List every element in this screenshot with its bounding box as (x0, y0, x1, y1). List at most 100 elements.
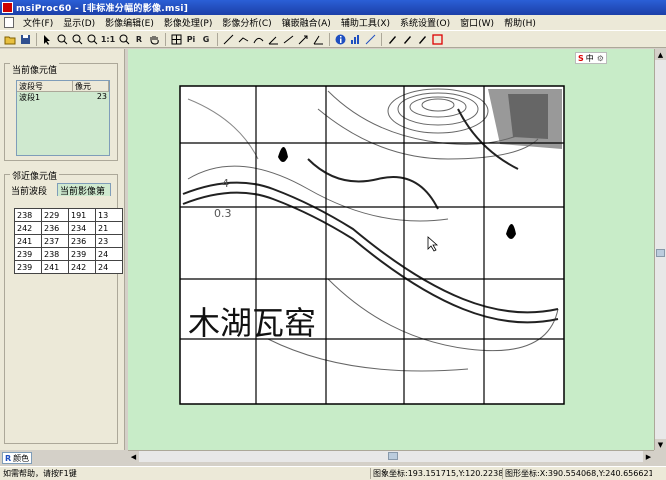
info-icon[interactable] (333, 32, 347, 46)
draw-segment-icon[interactable] (281, 32, 295, 46)
draw-curve-icon[interactable] (251, 32, 265, 46)
vertical-scroll-thumb[interactable] (656, 249, 665, 257)
scroll-up-arrow-icon[interactable]: ▲ (655, 49, 666, 60)
menu-file[interactable]: 文件(F) (18, 16, 58, 29)
zoom-fit-icon[interactable] (117, 32, 131, 46)
image-canvas[interactable]: 4 0.3 木湖瓦窑 (128, 49, 654, 450)
zoom-in-icon[interactable] (55, 32, 69, 46)
pixel-value-cell: 21 (95, 221, 123, 235)
draw-polyline-icon[interactable] (236, 32, 250, 46)
toolbar-separator (165, 32, 166, 46)
pixel-value-cell: 13 (95, 208, 123, 222)
pixel-value-cell: 242 (68, 260, 96, 274)
menu-tools[interactable]: 辅助工具(X) (336, 16, 395, 29)
document-icon[interactable] (4, 17, 14, 28)
pixel-value-cell: 239 (68, 247, 96, 261)
list-item[interactable]: 波段1 23 (17, 92, 109, 103)
menu-help[interactable]: 帮助(H) (499, 16, 541, 29)
draw-angle-icon[interactable] (266, 32, 280, 46)
tab-current-image[interactable]: 当前影像第 (57, 183, 111, 196)
scroll-right-arrow-icon[interactable]: ▶ (643, 451, 654, 462)
neighbor-pixel-title: 邻近像元值 (10, 169, 60, 182)
draw-measure-icon[interactable] (311, 32, 325, 46)
table-row: 239 241 242 24 (14, 260, 123, 274)
pixel-value-cell: 238 (41, 247, 69, 261)
toolbar-separator (36, 32, 37, 46)
pixel-value-cell: 236 (41, 221, 69, 235)
toolbar: 1:1 R Pi G (0, 31, 666, 48)
pixel-value-cell: 242 (14, 221, 42, 235)
menu-image-analysis[interactable]: 影像分析(C) (217, 16, 276, 29)
pen-edit-icon[interactable] (400, 32, 414, 46)
table-row: 239 238 239 24 (14, 247, 123, 261)
horizontal-scroll-thumb[interactable] (388, 452, 398, 460)
table-row: 238 229 191 13 (14, 208, 123, 222)
column-header-band[interactable]: 波段号 (17, 81, 73, 91)
tab-current-band[interactable]: 当前波段 (9, 184, 49, 197)
line-tool-icon[interactable] (363, 32, 377, 46)
draw-line-icon[interactable] (221, 32, 235, 46)
grid-tool-icon[interactable] (169, 32, 183, 46)
band-name: 波段1 (19, 93, 41, 102)
g-button[interactable]: G (199, 32, 213, 46)
menu-mosaic[interactable]: 镶嵌融合(A) (277, 16, 336, 29)
open-folder-icon[interactable] (3, 32, 17, 46)
pan-hand-icon[interactable] (147, 32, 161, 46)
toolbar-separator (217, 32, 218, 46)
zoom-icon[interactable] (85, 32, 99, 46)
pixel-value-cell: 24 (95, 247, 123, 261)
pixel-value-cell: 191 (68, 208, 96, 222)
pen-icon[interactable] (385, 32, 399, 46)
vertical-scrollbar[interactable]: ▲ ▼ (654, 49, 666, 450)
band-value: 23 (96, 92, 107, 101)
pixel-value-cell: 24 (95, 260, 123, 274)
color-tab[interactable]: R 颜色 (2, 452, 33, 464)
place-name-label: 木湖瓦窑 (188, 304, 316, 342)
color-tab-icon: R (5, 453, 12, 463)
lake-depth-label: 4 (222, 177, 229, 190)
ime-mode[interactable]: 中 (586, 53, 594, 64)
pixel-value-cell: 238 (14, 208, 42, 222)
zoom-out-icon[interactable] (70, 32, 84, 46)
ime-toolbar[interactable]: S 中 ⚙ (575, 52, 607, 64)
pi-button[interactable]: Pi (184, 32, 198, 46)
scroll-left-arrow-icon[interactable]: ◀ (128, 451, 139, 462)
draw-arrow-icon[interactable] (296, 32, 310, 46)
pixel-value-cell: 237 (41, 234, 69, 248)
pixel-value-cell: 229 (41, 208, 69, 222)
left-panel: 当前像元值 波段号 像元 波段1 23 邻近像元值 当前波段 当前影像第 238… (0, 49, 125, 450)
status-graphic-coordinate: 图形坐标:X:390.554068,Y:240.656621 (502, 468, 652, 479)
ime-settings-icon[interactable]: ⚙ (597, 54, 604, 63)
pixel-value-cell: 23 (95, 234, 123, 248)
r-tool-button[interactable]: R (132, 32, 146, 46)
lake-depth-value: 0.3 (214, 207, 232, 220)
menu-settings[interactable]: 系统设置(O) (395, 16, 455, 29)
ime-logo-icon: S (578, 53, 584, 63)
title-bar: msiProc60 - [非标准分幅的影像.msi] (0, 0, 666, 15)
histogram-icon[interactable] (348, 32, 362, 46)
column-header-pixel[interactable]: 像元 (73, 81, 109, 91)
pixel-value-cell: 241 (14, 234, 42, 248)
horizontal-scrollbar[interactable]: ◀ ▶ (128, 450, 654, 462)
list-header: 波段号 像元 (17, 81, 109, 92)
map-view[interactable]: 4 0.3 木湖瓦窑 (128, 49, 654, 450)
pixel-value-cell: 241 (41, 260, 69, 274)
scroll-down-arrow-icon[interactable]: ▼ (655, 439, 666, 450)
menu-image-process[interactable]: 影像处理(P) (159, 16, 217, 29)
window-title: msiProc60 - [非标准分幅的影像.msi] (16, 4, 189, 14)
toolbar-separator (381, 32, 382, 46)
menu-display[interactable]: 显示(D) (58, 16, 100, 29)
neighbor-pixel-table: 238 229 191 13 242 236 234 21 241 237 236 23 239 238 2… (14, 208, 123, 274)
pixel-value-cell: 239 (14, 247, 42, 261)
menu-image-edit[interactable]: 影像编辑(E) (100, 16, 159, 29)
pixel-value-cell: 234 (68, 221, 96, 235)
menu-window[interactable]: 窗口(W) (455, 16, 499, 29)
pen-erase-icon[interactable] (415, 32, 429, 46)
zoom-1-1-button[interactable]: 1:1 (100, 32, 116, 46)
save-icon[interactable] (18, 32, 32, 46)
menu-bar: 文件(F) 显示(D) 影像编辑(E) 影像处理(P) 影像分析(C) 镶嵌融合… (0, 15, 666, 31)
current-pixel-list[interactable]: 波段号 像元 波段1 23 (16, 80, 110, 156)
toolbar-separator (329, 32, 330, 46)
rectangle-icon[interactable] (430, 32, 444, 46)
pointer-icon[interactable] (40, 32, 54, 46)
